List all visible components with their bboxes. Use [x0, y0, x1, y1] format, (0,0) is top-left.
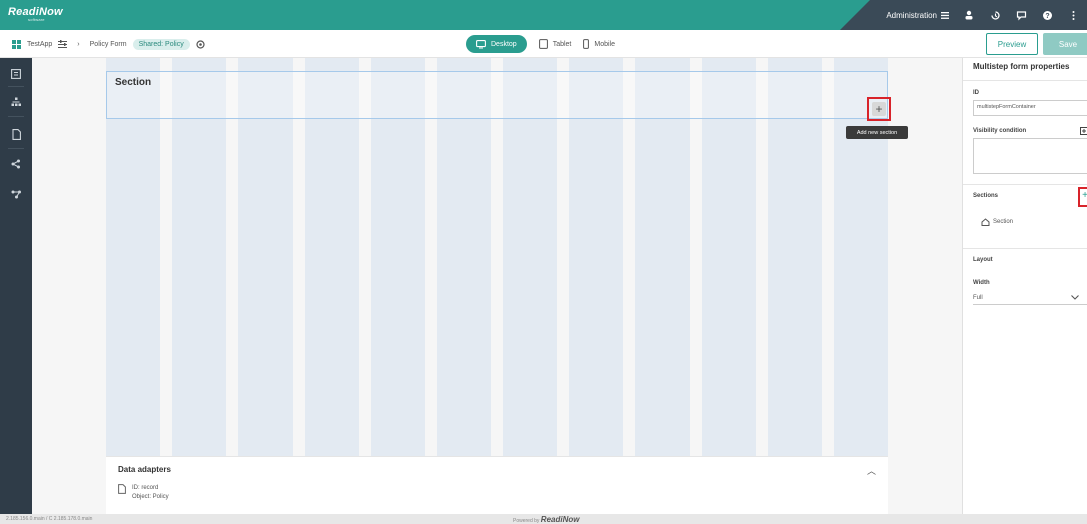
menu-icon — [941, 11, 949, 19]
sidebar-divider — [8, 148, 24, 149]
device-mobile-label: Mobile — [594, 40, 615, 48]
home-icon — [981, 218, 990, 226]
add-section-tooltip: Add new section — [846, 126, 908, 139]
sidebar-divider — [8, 86, 24, 87]
readinow-logo[interactable]: ReadiNow software — [8, 6, 63, 22]
device-desktop-button[interactable]: Desktop — [466, 35, 527, 53]
plus-icon: + — [872, 102, 886, 116]
sidebar-workflow-icon[interactable] — [10, 188, 22, 200]
form-section[interactable]: Section — [106, 71, 888, 119]
version-text: 2.185.156.0.main / C 2.185.178.0.main — [6, 516, 93, 522]
sidebar-share-icon[interactable] — [10, 158, 22, 170]
tablet-icon — [538, 39, 548, 49]
adapter-id: ID: record — [132, 485, 159, 491]
apps-grid-icon[interactable] — [12, 39, 21, 49]
adapter-object: Object: Policy — [132, 494, 169, 500]
svg-text:?: ? — [1045, 13, 1049, 20]
breadcrumb-app[interactable]: TestApp — [27, 41, 52, 48]
properties-panel: Multistep form properties ID multistepFo… — [962, 58, 1087, 514]
powered-by-brand: ReadiNow — [540, 515, 580, 524]
powered-by: Powered by ReadiNow — [513, 515, 579, 524]
device-desktop-label: Desktop — [491, 40, 517, 48]
device-tablet-button[interactable]: Tablet — [538, 39, 572, 49]
more-icon[interactable] — [1067, 9, 1079, 21]
device-mobile-button[interactable]: Mobile — [583, 39, 615, 49]
section-list-item[interactable]: Section — [981, 218, 1013, 226]
powered-by-text: Powered by — [513, 518, 540, 524]
chevron-up-icon[interactable]: ︿ — [867, 464, 876, 477]
width-select[interactable]: Full — [973, 291, 1087, 305]
chat-icon[interactable] — [1015, 9, 1027, 21]
section-title: Section — [115, 77, 152, 88]
breadcrumb: TestApp › Policy Form Shared: Policy — [12, 30, 205, 58]
mobile-icon — [583, 39, 590, 49]
shared-badge: Shared: Policy — [132, 38, 190, 50]
logo-subtext: software — [28, 17, 45, 22]
save-button[interactable]: Save — [1043, 33, 1087, 55]
device-switcher: Desktop Tablet Mobile — [466, 35, 615, 53]
sliders-icon[interactable] — [58, 40, 68, 48]
sidebar-controls-icon[interactable] — [10, 68, 22, 80]
visibility-condition-input[interactable] — [973, 138, 1087, 174]
expression-editor-icon[interactable] — [1080, 127, 1087, 135]
width-label: Width — [973, 280, 990, 286]
width-select-value: Full — [973, 294, 983, 301]
history-icon[interactable] — [989, 9, 1001, 21]
data-adapters-title: Data adapters — [118, 465, 171, 474]
chevron-right-icon: › — [77, 40, 80, 48]
preview-button[interactable]: Preview — [986, 33, 1038, 55]
layout-label: Layout — [973, 257, 993, 263]
sections-label: Sections — [973, 193, 999, 199]
form-toolbar: TestApp › Policy Form Shared: Policy Des… — [0, 30, 1087, 58]
properties-title: Multistep form properties — [973, 62, 1070, 71]
add-section-panel-button[interactable]: + — [1078, 187, 1087, 207]
admin-menu[interactable]: Administration — [886, 11, 949, 20]
help-icon[interactable]: ? — [1041, 9, 1053, 21]
monitor-icon — [476, 39, 486, 48]
admin-label: Administration — [886, 10, 937, 20]
left-sidebar — [0, 58, 32, 524]
status-bar: 2.185.156.0.main / C 2.185.178.0.main Po… — [0, 514, 1087, 524]
panel-divider — [963, 80, 1087, 81]
id-input[interactable]: multistepFormContainer — [973, 100, 1087, 116]
data-adapter-item[interactable]: ID: record Object: Policy — [118, 484, 169, 502]
form-canvas[interactable]: Section + Add new section Data adapters … — [32, 58, 962, 514]
user-icon[interactable] — [963, 9, 975, 21]
data-adapters-panel: Data adapters ︿ ID: record Object: Polic… — [106, 456, 888, 514]
breadcrumb-form[interactable]: Policy Form — [90, 41, 127, 48]
panel-divider — [963, 184, 1087, 185]
sidebar-hierarchy-icon[interactable] — [10, 96, 22, 108]
header-actions: Administration ? — [886, 0, 1079, 30]
section-list-item-label: Section — [993, 219, 1014, 225]
gear-icon[interactable] — [196, 39, 205, 49]
chevron-down-icon — [1071, 295, 1079, 300]
device-tablet-label: Tablet — [552, 40, 572, 48]
sidebar-document-icon[interactable] — [10, 128, 22, 140]
visibility-label: Visibility condition — [973, 128, 1027, 134]
panel-divider — [963, 248, 1087, 249]
sidebar-divider — [8, 116, 24, 117]
add-section-button[interactable]: + — [867, 97, 891, 121]
app-header: ReadiNow software Administration ? — [0, 0, 1087, 30]
id-label: ID — [973, 90, 979, 96]
document-icon — [118, 484, 126, 494]
